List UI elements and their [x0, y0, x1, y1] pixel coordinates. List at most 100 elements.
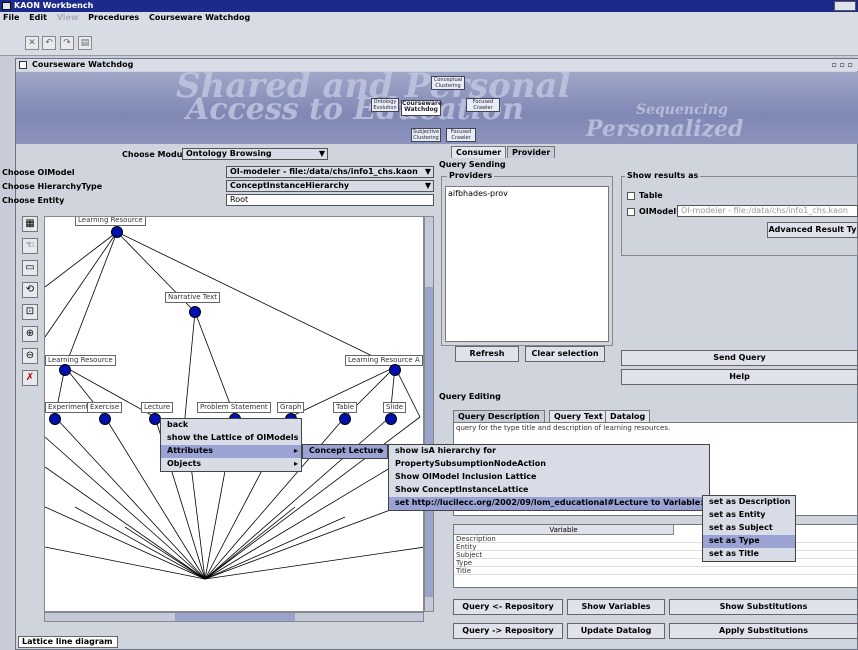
tab-query-description[interactable]: Query Description [453, 410, 545, 422]
node-label: Lecture [141, 402, 174, 413]
menu-item-label: Objects [167, 459, 202, 468]
modus-select[interactable]: Ontology Browsing ▼ [182, 148, 328, 160]
delete-icon[interactable]: ✗ [22, 370, 38, 386]
refresh-button[interactable]: Refresh [455, 346, 519, 362]
system-menu-icon[interactable] [2, 2, 11, 10]
menubar: File Edit View Procedures Courseware Wat… [0, 12, 858, 24]
zoom-in-icon[interactable]: ⊕ [22, 326, 38, 342]
lattice-canvas[interactable]: Learning Resource Narrative Text Learnin… [44, 216, 424, 612]
banner-logo: Courseware Watchdog [401, 100, 442, 116]
menu-courseware[interactable]: Courseware Watchdog [149, 13, 250, 22]
oimodel-value: OI-modeler - file:/data/chs/info1_chs.ka… [230, 167, 418, 176]
node-label: Experiment [45, 402, 92, 413]
menu-item-inclusion[interactable]: Show OIModel Inclusion Lattice [389, 471, 709, 484]
toolbar: ✕ ↶ ↷ ▤ [0, 24, 858, 56]
menu-view[interactable]: View [57, 13, 79, 22]
frame-icon[interactable]: ▭ [22, 260, 38, 276]
menu-item-set-entity[interactable]: set as Entity [703, 509, 795, 522]
menu-item-objects[interactable]: Objects ▸ [161, 458, 301, 471]
update-datalog-button[interactable]: Update Datalog [567, 623, 665, 639]
table-row[interactable]: Entity [454, 543, 857, 551]
lattice-node[interactable] [389, 364, 401, 376]
right-panel: Consumer Provider Query Sending Provider… [437, 144, 858, 650]
chevron-right-icon: ▸ [379, 446, 384, 455]
menu-item-label: set http://lucilecc.org/2002/09/lom_educ… [395, 498, 704, 507]
lattice-node[interactable] [59, 364, 71, 376]
table-checkbox[interactable] [627, 192, 635, 200]
lattice-node[interactable] [111, 226, 123, 238]
undo-icon[interactable]: ↶ [42, 36, 56, 50]
table-row[interactable]: Description [454, 535, 857, 543]
query-from-repository-button[interactable]: Query <- Repository [453, 599, 563, 615]
hand-icon[interactable]: ☜ [22, 238, 38, 254]
menu-item-isa[interactable]: show isA hierarchy for [389, 445, 709, 458]
menu-item-concept-lecture[interactable]: Concept Lecture ▸ [303, 445, 387, 458]
lattice-node[interactable] [49, 413, 61, 425]
canvas-hscrollbar[interactable] [44, 612, 424, 622]
frame-controls[interactable]: ▫ ▫ ▫ [832, 60, 853, 69]
menu-item-set-description[interactable]: set as Description [703, 496, 795, 509]
canvas-vscrollbar[interactable] [424, 216, 434, 612]
list-item[interactable]: aifbhades-prov [448, 189, 606, 198]
query-sending-label: Query Sending [439, 160, 506, 169]
show-variables-button[interactable]: Show Variables [567, 599, 665, 615]
providers-list[interactable]: aifbhades-prov [445, 186, 609, 342]
entity-field[interactable]: Root [226, 194, 434, 206]
table-row[interactable]: Title [454, 567, 857, 575]
table-row[interactable]: Type [454, 559, 857, 567]
query-to-repository-button[interactable]: Query -> Repository [453, 623, 563, 639]
menu-item-attributes[interactable]: Attributes ▸ [161, 445, 301, 458]
rotate-icon[interactable]: ⟲ [22, 282, 38, 298]
clear-selection-button[interactable]: Clear selection [525, 346, 605, 362]
tab-provider[interactable]: Provider [507, 146, 556, 158]
send-query-button[interactable]: Send Query [621, 350, 858, 366]
choose-entity-label: Choose Entity [2, 196, 65, 205]
tab-datalog[interactable]: Datalog [605, 410, 651, 422]
table-row[interactable]: Subject [454, 551, 857, 559]
menu-item-instance-lattice[interactable]: Show ConceptInstanceLattice [389, 484, 709, 497]
lattice-node[interactable] [385, 413, 397, 425]
hierarchy-select[interactable]: ConceptInstanceHierarchy ▼ [226, 180, 434, 192]
frame-menu-icon[interactable] [19, 61, 27, 69]
oimodel-checkbox[interactable] [627, 208, 635, 216]
zoom-out-icon[interactable]: ⊖ [22, 348, 38, 364]
advanced-result-button[interactable]: Advanced Result Ty [767, 222, 858, 238]
vscroll-thumb[interactable] [425, 287, 433, 597]
node-label: Narrative Text [165, 292, 220, 303]
oimodel-result-field[interactable]: OI-modeler - file:/data/chs/info1_chs.ka… [677, 205, 858, 217]
menu-item-set-subject[interactable]: set as Subject [703, 522, 795, 535]
menu-edit[interactable]: Edit [29, 13, 47, 22]
menu-procedures[interactable]: Procedures [88, 13, 139, 22]
variables-table[interactable]: Variable Description Entity Subject Type… [453, 524, 858, 588]
banner-word: Personalized [586, 116, 744, 142]
tab-query-text[interactable]: Query Text [549, 410, 608, 422]
save-icon[interactable]: ▤ [78, 36, 92, 50]
redo-icon[interactable]: ↷ [60, 36, 74, 50]
hscroll-thumb[interactable] [175, 613, 295, 621]
tab-consumer[interactable]: Consumer [451, 146, 507, 158]
menu-item-set-title[interactable]: set as Title [703, 548, 795, 561]
app-titlebar: KAON Workbench [0, 0, 858, 12]
banner-box: Subjective Clustering [411, 128, 441, 142]
show-substitutions-button[interactable]: Show Substitutions [669, 599, 858, 615]
menu-item-set-type[interactable]: set as Type [703, 535, 795, 548]
zoom-fit-icon[interactable]: ⊡ [22, 304, 38, 320]
window-controls[interactable] [834, 1, 856, 11]
lattice-node[interactable] [339, 413, 351, 425]
apply-substitutions-button[interactable]: Apply Substitutions [669, 623, 858, 639]
cut-icon[interactable]: ✕ [25, 36, 39, 50]
frame-titlebar: Courseware Watchdog [16, 59, 858, 71]
menu-item-set-variable[interactable]: set http://lucilecc.org/2002/09/lom_educ… [389, 497, 709, 510]
menu-item-property[interactable]: PropertySubsumptionNodeAction [389, 458, 709, 471]
tab-lattice-diagram[interactable]: Lattice line diagram [18, 636, 118, 648]
menu-file[interactable]: File [3, 13, 19, 22]
oimodel-select[interactable]: OI-modeler - file:/data/chs/info1_chs.ka… [226, 166, 434, 178]
menu-item-back[interactable]: back [161, 419, 301, 432]
help-button[interactable]: Help [621, 369, 858, 385]
lattice-node[interactable] [189, 306, 201, 318]
grid-icon[interactable]: ▦ [22, 216, 38, 232]
node-label: Learning Resource [75, 217, 146, 226]
menu-item-lattice[interactable]: show the Lattice of OIModels [161, 432, 301, 445]
view-tools: ▦ ☜ ▭ ⟲ ⊡ ⊕ ⊖ ✗ [18, 216, 44, 406]
lattice-node[interactable] [99, 413, 111, 425]
